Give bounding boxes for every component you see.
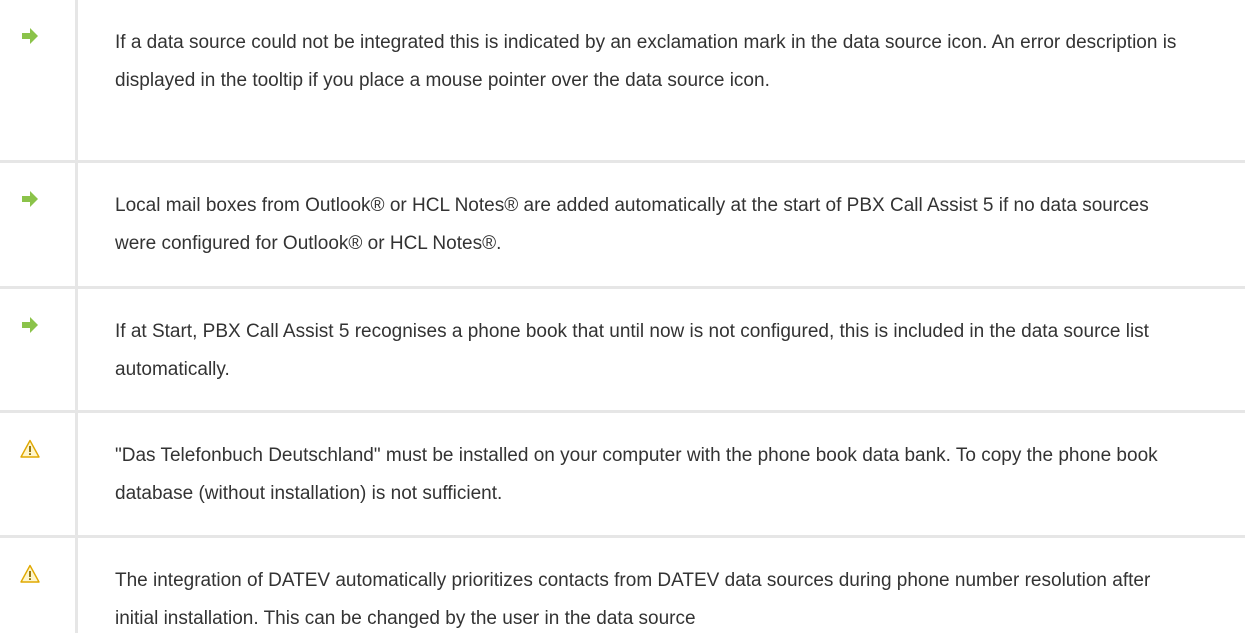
warning-icon [20,439,40,458]
note-text: If at Start, PBX Call Assist 5 recognise… [115,321,1149,380]
note-text: "Das Telefonbuch Deutschland" must be in… [115,445,1158,504]
note-text: Local mail boxes from Outlook® or HCL No… [115,195,1149,254]
notes-table: If a data source could not be integrated… [0,0,1245,633]
note-icon-cell [0,289,78,410]
note-row: If at Start, PBX Call Assist 5 recognise… [0,289,1245,413]
arrow-right-icon [22,28,38,44]
note-text: If a data source could not be integrated… [115,32,1177,91]
note-row: "Das Telefonbuch Deutschland" must be in… [0,413,1245,538]
note-row: The integration of DATEV automatically p… [0,538,1245,633]
note-text: The integration of DATEV automatically p… [115,570,1151,629]
note-row: Local mail boxes from Outlook® or HCL No… [0,163,1245,289]
note-icon-cell [0,413,78,535]
warning-icon [20,564,40,583]
note-icon-cell [0,0,78,160]
arrow-right-icon [22,191,38,207]
note-icon-cell [0,538,78,633]
note-row: If a data source could not be integrated… [0,0,1245,163]
note-icon-cell [0,163,78,286]
arrow-right-icon [22,317,38,333]
